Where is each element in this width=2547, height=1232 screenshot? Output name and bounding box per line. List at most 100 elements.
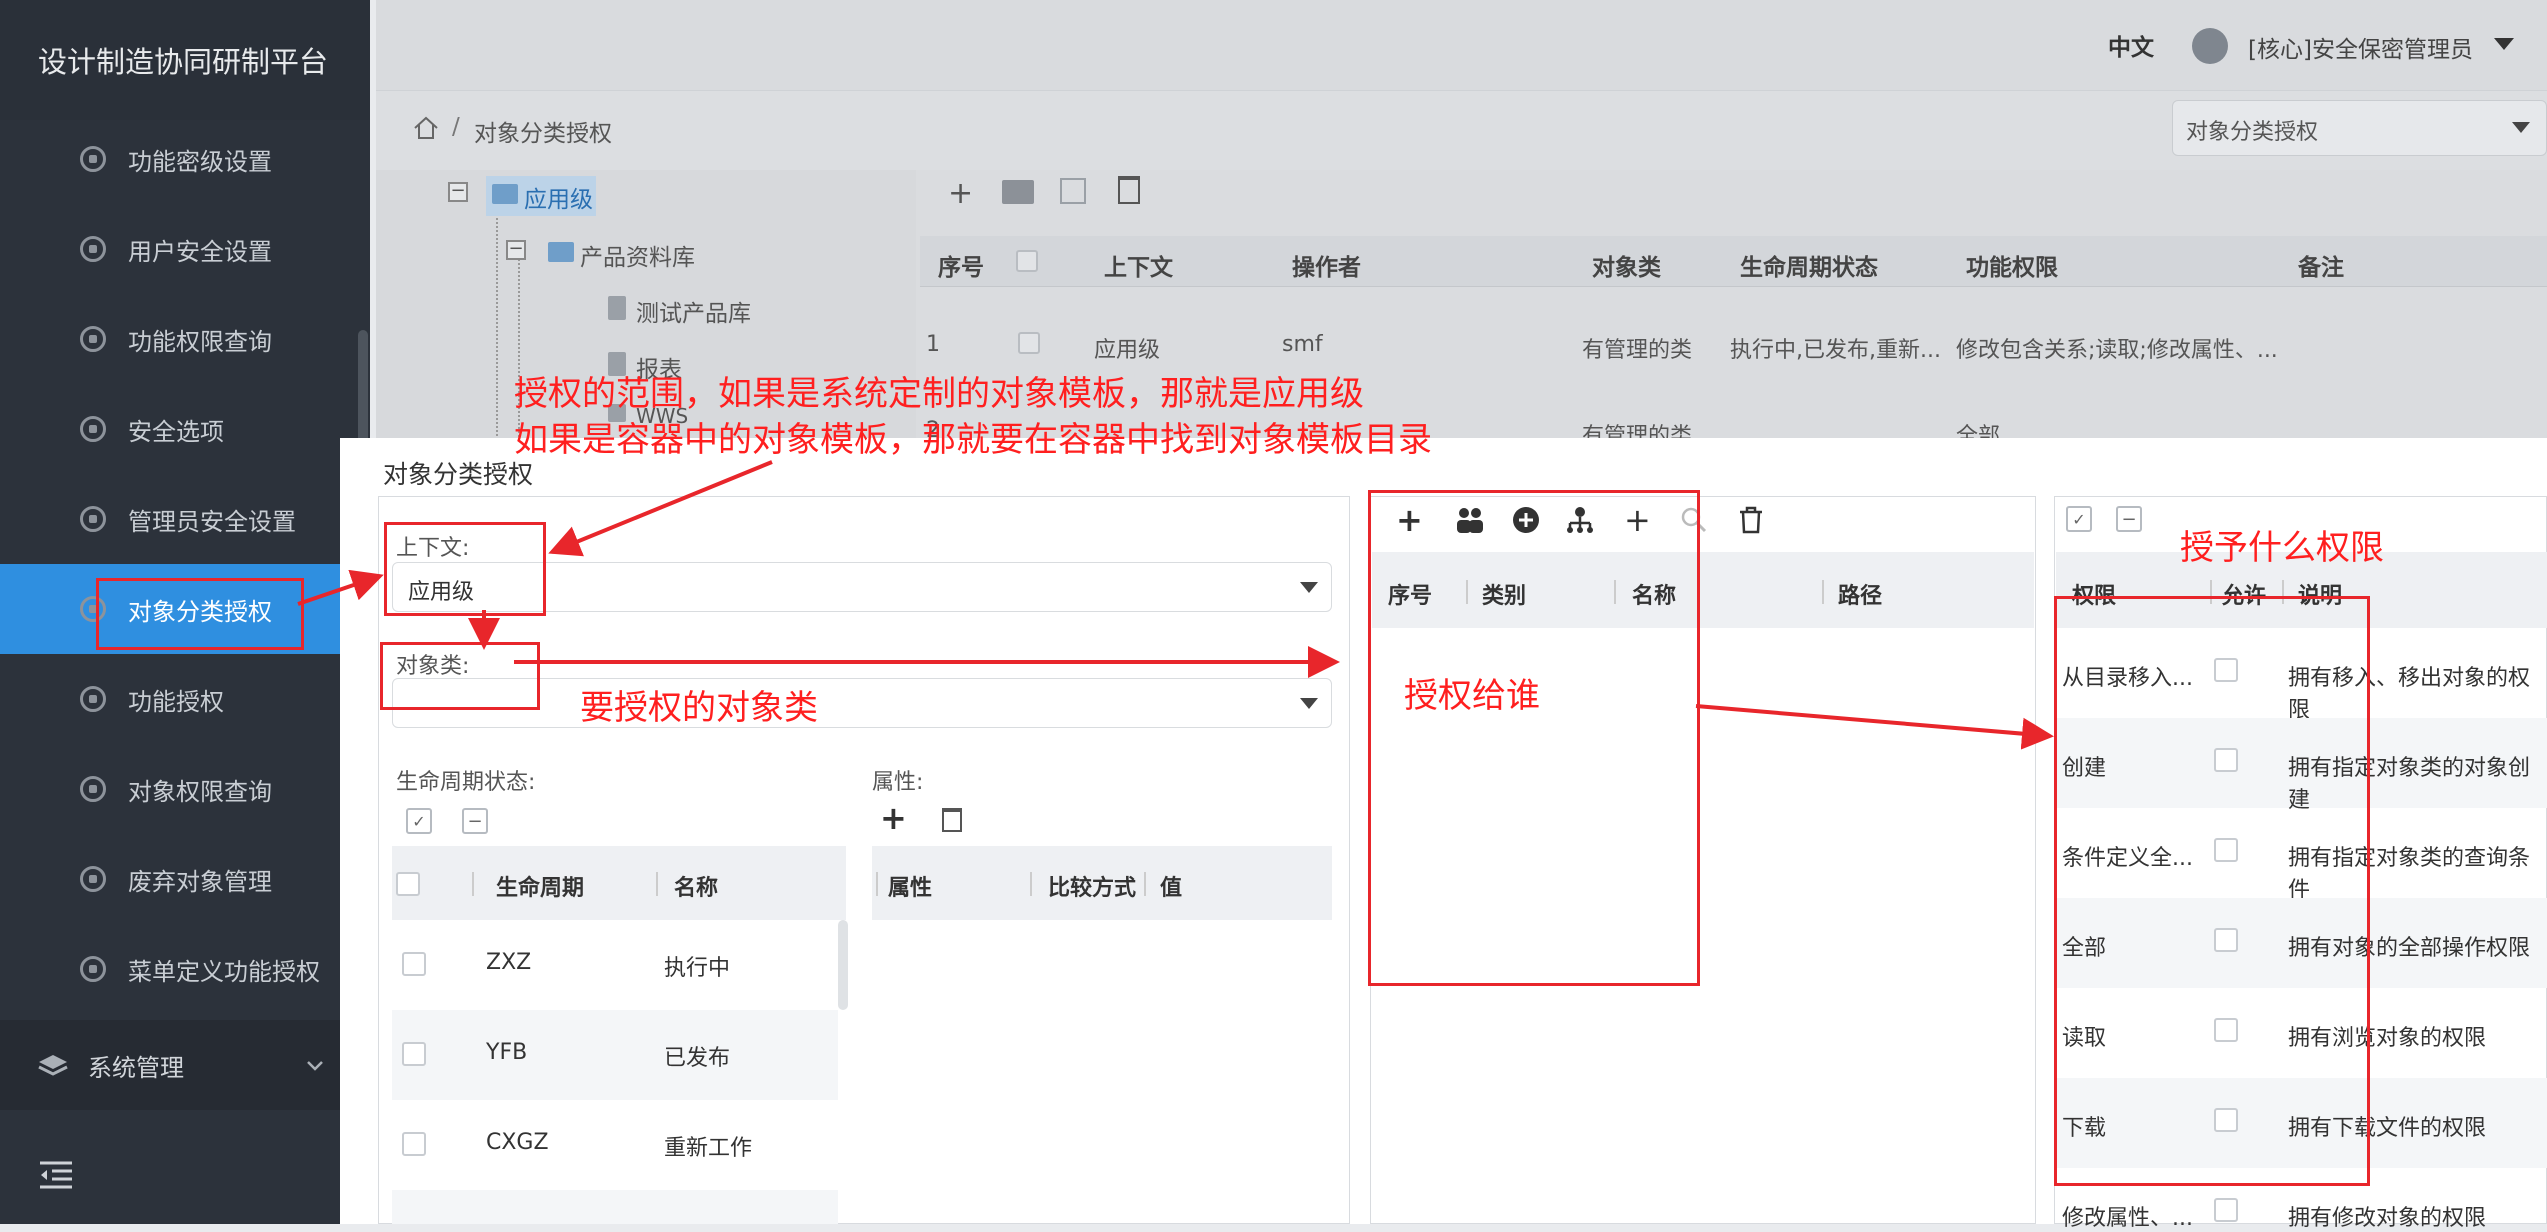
sidebar-item-label: 管理员安全设置 [128, 507, 296, 536]
sidebar-item-function-auth[interactable]: 功能授权 [0, 654, 370, 744]
shield-icon [80, 326, 106, 352]
shield-icon [80, 686, 106, 712]
sidebar-item-object-permission-query[interactable]: 对象权限查询 [0, 744, 370, 834]
shield-icon [80, 866, 106, 892]
add-icon[interactable]: + [948, 176, 976, 211]
avatar[interactable] [2192, 28, 2228, 64]
column-header: 对象类 [1592, 255, 1661, 281]
column-header: 比较方式 [1048, 876, 1137, 901]
page-select-value: 对象分类授权 [2186, 120, 2319, 145]
column-separator [1144, 872, 1146, 896]
deselect-all-icon[interactable]: − [2116, 506, 2142, 532]
table-row[interactable] [392, 1010, 838, 1100]
sidebar-item-label: 用户安全设置 [128, 237, 272, 266]
sidebar-item-label: 功能权限查询 [128, 327, 272, 356]
lifecycle-name: 执行中 [664, 956, 731, 981]
tree-collapse-icon[interactable]: − [506, 240, 526, 260]
column-header: 属性 [888, 876, 933, 901]
attribute-label: 属性: [872, 770, 924, 795]
column-header: 操作者 [1292, 255, 1361, 281]
table-row[interactable] [392, 920, 838, 1010]
column-header: 名称 [674, 876, 719, 901]
sidebar-item-permission-query[interactable]: 功能权限查询 [0, 294, 370, 384]
tree-node[interactable]: 产品资料库 [580, 238, 695, 272]
annotation-box-menu [96, 578, 304, 650]
dialog-title: 对象分类授权 [383, 460, 534, 489]
caret-down-icon[interactable] [1300, 582, 1318, 593]
sidebar-item-menu-function-auth[interactable]: 菜单定义功能授权 [0, 924, 370, 1014]
right-name: 修改属性、... [2062, 1206, 2193, 1231]
column-separator [472, 872, 474, 896]
annotation-scope-line2: 如果是容器中的对象模板，那就要在容器中找到对象模板目录 [514, 420, 1432, 460]
tree-node[interactable]: 应用级 [524, 180, 593, 214]
grid-scrollbar[interactable] [838, 920, 848, 1010]
select-all-icon[interactable]: ✓ [406, 808, 432, 834]
column-header: 序号 [938, 255, 984, 281]
folder-icon [492, 184, 518, 204]
right-desc: 拥有修改对象的权限 [2288, 1206, 2487, 1231]
sidebar-item-label: 功能授权 [128, 687, 224, 716]
sidebar-group-system-management[interactable]: 系统管理 [0, 1020, 370, 1110]
column-header: 路径 [1838, 584, 1883, 609]
sidebar-item-label: 废弃对象管理 [128, 867, 272, 896]
sidebar-item-security-options[interactable]: 安全选项 [0, 384, 370, 474]
caret-down-icon[interactable] [2512, 122, 2530, 133]
select-all-icon[interactable]: ✓ [2066, 506, 2092, 532]
column-separator [876, 872, 878, 896]
column-header: 上下文 [1104, 255, 1173, 281]
table-row[interactable] [392, 1100, 838, 1190]
sidebar-item-user-security[interactable]: 用户安全设置 [0, 204, 370, 294]
column-separator [1822, 580, 1824, 604]
home-icon[interactable] [412, 114, 440, 142]
column-header: 备注 [2298, 255, 2344, 281]
annotation-box-grantee [1368, 490, 1700, 986]
annotation-box-object-class [380, 642, 540, 710]
annotation-box-context [384, 522, 546, 616]
caret-down-icon[interactable] [1300, 698, 1318, 709]
shield-icon [80, 506, 106, 532]
language-switch[interactable]: 中文 [2108, 28, 2154, 62]
shield-icon [80, 236, 106, 262]
shield-icon [80, 146, 106, 172]
select-all-checkbox[interactable] [1016, 250, 1038, 272]
table-row[interactable] [392, 1190, 838, 1224]
chevron-down-icon [307, 1061, 323, 1071]
sidebar-item-admin-security[interactable]: 管理员安全设置 [0, 474, 370, 564]
annotation-what-rights: 授予什么权限 [2180, 528, 2384, 568]
row-checkbox[interactable] [1018, 332, 1040, 354]
tree-node[interactable]: 测试产品库 [636, 294, 751, 328]
sidebar-item-feature-classification[interactable]: 功能密级设置 [0, 114, 370, 204]
column-header: 值 [1160, 876, 1183, 901]
folder-icon[interactable] [1002, 180, 1034, 204]
lifecycle-code: ZXZ [486, 950, 532, 975]
sidebar-item-label: 对象权限查询 [128, 777, 272, 806]
deselect-all-icon[interactable]: − [462, 808, 488, 834]
sidebar-group-label: 系统管理 [88, 1053, 184, 1082]
shield-icon [80, 956, 106, 982]
user-name[interactable]: [核心]安全保密管理员 [2248, 30, 2473, 64]
sidebar-item-label: 安全选项 [128, 417, 224, 446]
sidebar-item-discarded-objects[interactable]: 废弃对象管理 [0, 834, 370, 924]
caret-down-icon[interactable] [2494, 38, 2514, 50]
column-header: 生命周期 [496, 876, 585, 901]
trash-icon[interactable] [942, 808, 962, 832]
lifecycle-name: 已发布 [664, 1046, 731, 1071]
add-icon[interactable]: + [880, 802, 907, 834]
lifecycle-label: 生命周期状态: [396, 770, 536, 795]
annotation-grant-to: 授权给谁 [1404, 676, 1540, 716]
collapse-sidebar-icon[interactable] [38, 1160, 74, 1190]
cell-operator: smf [1282, 332, 1323, 357]
trash-icon[interactable] [1118, 176, 1140, 204]
row-checkbox[interactable] [402, 1132, 426, 1156]
column-header: 功能权限 [1966, 255, 2058, 281]
row-checkbox[interactable] [402, 1042, 426, 1066]
breadcrumb-separator: / [452, 114, 460, 140]
allow-checkbox[interactable] [2214, 1198, 2238, 1222]
sidebar-item-label: 功能密级设置 [128, 147, 272, 176]
trash-icon[interactable] [1738, 506, 1764, 534]
edit-icon[interactable] [1060, 178, 1086, 204]
tree-collapse-icon[interactable]: − [448, 182, 468, 202]
select-all-checkbox[interactable] [396, 872, 420, 896]
cell-context: 应用级 [1094, 338, 1161, 363]
row-checkbox[interactable] [402, 952, 426, 976]
